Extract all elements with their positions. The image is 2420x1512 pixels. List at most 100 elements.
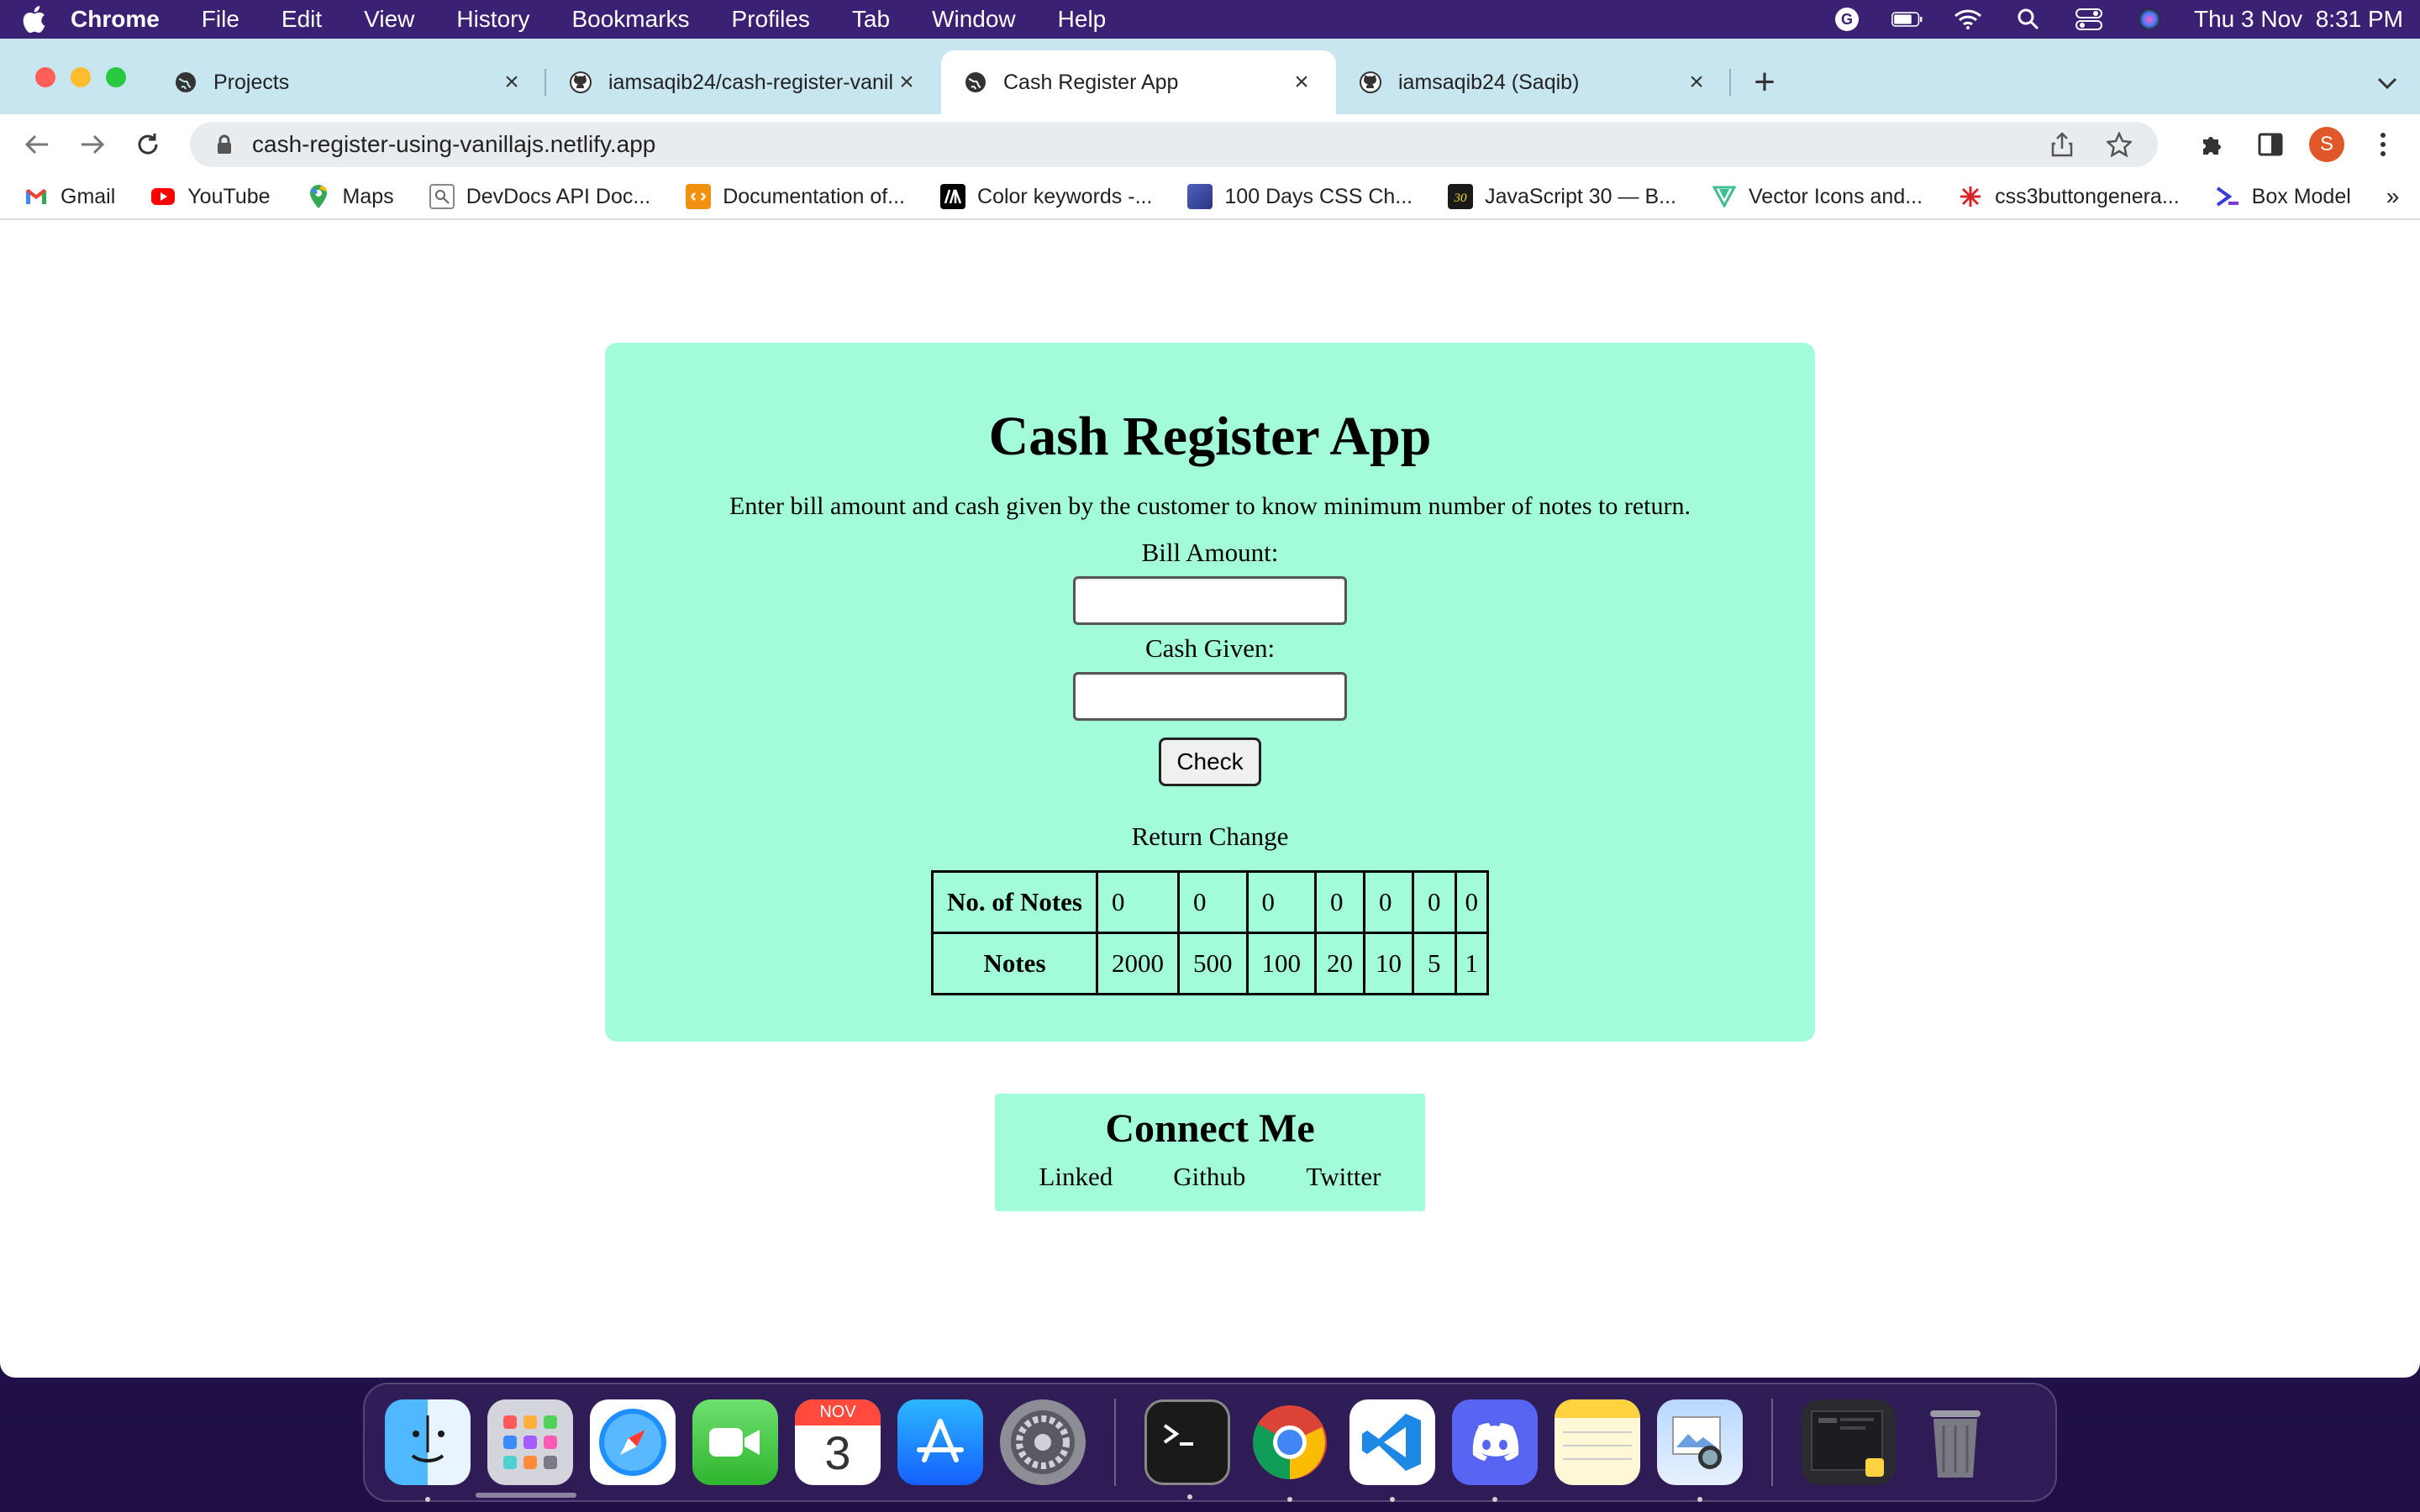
battery-icon[interactable] bbox=[1891, 7, 1923, 32]
downloads-stack-icon[interactable] bbox=[1802, 1399, 1896, 1485]
bookmark-100-days-css[interactable]: 100 Days CSS Ch... bbox=[1187, 184, 1413, 209]
tab-separator bbox=[1729, 69, 1731, 96]
menu-window[interactable]: Window bbox=[932, 6, 1016, 33]
tab-title: Projects bbox=[213, 70, 290, 94]
note-denomination-cell: 10 bbox=[1363, 932, 1414, 995]
bookmark-star-icon[interactable] bbox=[2102, 128, 2136, 161]
trash-icon[interactable] bbox=[1912, 1399, 1998, 1485]
close-tab-icon[interactable]: × bbox=[894, 68, 919, 96]
tab-projects[interactable]: Projects × bbox=[151, 50, 546, 114]
bookmark-gmail[interactable]: Gmail bbox=[24, 184, 115, 209]
menu-app-name[interactable]: Chrome bbox=[71, 6, 160, 33]
tab-search-chevron-icon[interactable] bbox=[2376, 69, 2398, 96]
menu-file[interactable]: File bbox=[202, 6, 239, 33]
return-change-title: Return Change bbox=[1131, 822, 1289, 851]
twitter-link[interactable]: Twitter bbox=[1306, 1162, 1381, 1192]
profile-avatar[interactable]: S bbox=[2309, 127, 2344, 162]
bookmark-label: Maps bbox=[342, 184, 394, 208]
system-preferences-icon[interactable] bbox=[1000, 1399, 1086, 1485]
control-center-icon[interactable] bbox=[2073, 7, 2105, 32]
url-text[interactable]: cash-register-using-vanillajs.netlify.ap… bbox=[252, 131, 2022, 158]
lock-icon[interactable] bbox=[212, 132, 237, 157]
note-denomination-cell: 1 bbox=[1454, 932, 1489, 995]
bookmark-color-keywords[interactable]: Color keywords -... bbox=[940, 184, 1152, 209]
menu-edit[interactable]: Edit bbox=[281, 6, 322, 33]
minimize-window-button[interactable] bbox=[71, 67, 91, 87]
close-tab-icon[interactable]: × bbox=[1684, 68, 1709, 96]
back-arrow-icon[interactable] bbox=[18, 126, 55, 163]
note-denomination-cell: 20 bbox=[1314, 932, 1365, 995]
close-tab-icon[interactable]: × bbox=[1289, 68, 1314, 96]
discord-icon[interactable] bbox=[1452, 1399, 1538, 1502]
zoom-window-button[interactable] bbox=[106, 67, 126, 87]
bill-amount-input[interactable] bbox=[1073, 576, 1347, 625]
bookmark-label: Documentation of... bbox=[723, 184, 906, 208]
note-denomination-cell: 100 bbox=[1245, 932, 1317, 995]
vector-icons-icon bbox=[1712, 184, 1737, 209]
facetime-icon[interactable] bbox=[692, 1399, 778, 1485]
calendar-icon[interactable]: NOV 3 bbox=[795, 1399, 881, 1485]
extensions-puzzle-icon[interactable] bbox=[2195, 126, 2232, 163]
share-icon[interactable] bbox=[2045, 128, 2079, 161]
bookmarks-overflow-button[interactable]: » bbox=[2386, 183, 2400, 210]
row-header-notes: Notes bbox=[931, 932, 1098, 995]
bookmark-javascript30[interactable]: 30 JavaScript 30 — B... bbox=[1448, 184, 1676, 209]
bookmark-vector-icons[interactable]: Vector Icons and... bbox=[1712, 184, 1923, 209]
menu-help[interactable]: Help bbox=[1058, 6, 1107, 33]
check-button[interactable]: Check bbox=[1159, 738, 1261, 786]
notes-line bbox=[1563, 1431, 1632, 1433]
chrome-icon[interactable] bbox=[1247, 1399, 1333, 1502]
notes-icon[interactable] bbox=[1555, 1399, 1640, 1485]
wifi-icon[interactable] bbox=[1952, 7, 1984, 32]
app-description: Enter bill amount and cash given by the … bbox=[729, 492, 1691, 520]
no-of-notes-cell: 0 bbox=[1245, 870, 1317, 934]
finder-icon[interactable] bbox=[385, 1399, 471, 1502]
dock-separator bbox=[1114, 1399, 1116, 1486]
menu-history[interactable]: History bbox=[456, 6, 529, 33]
address-bar[interactable]: cash-register-using-vanillajs.netlify.ap… bbox=[190, 122, 2158, 167]
launchpad-icon[interactable] bbox=[487, 1399, 573, 1485]
bookmark-maps[interactable]: Maps bbox=[306, 184, 394, 209]
close-window-button[interactable] bbox=[35, 67, 55, 87]
safari-icon[interactable] bbox=[590, 1399, 676, 1485]
linkedin-link[interactable]: Linked bbox=[1039, 1162, 1113, 1192]
menu-view[interactable]: View bbox=[364, 6, 414, 33]
bookmark-devdocs[interactable]: DevDocs API Doc... bbox=[429, 184, 650, 209]
siri-icon[interactable] bbox=[2133, 7, 2165, 32]
github-link[interactable]: Github bbox=[1173, 1162, 1245, 1192]
calendar-day: 3 bbox=[824, 1426, 851, 1479]
tab-cash-register-app[interactable]: Cash Register App × bbox=[941, 50, 1336, 114]
bookmark-youtube[interactable]: YouTube bbox=[150, 184, 271, 209]
bookmark-label: Gmail bbox=[60, 184, 116, 208]
spotlight-search-icon[interactable] bbox=[2012, 7, 2044, 32]
close-tab-icon[interactable]: × bbox=[499, 68, 524, 96]
new-tab-button[interactable]: + bbox=[1739, 50, 1790, 114]
mdn-icon bbox=[940, 184, 966, 209]
preview-icon[interactable] bbox=[1657, 1399, 1743, 1502]
apple-icon[interactable] bbox=[17, 3, 50, 36]
macos-menu-bar: Chrome File Edit View History Bookmarks … bbox=[0, 0, 2420, 39]
menu-profiles[interactable]: Profiles bbox=[732, 6, 810, 33]
vscode-icon[interactable] bbox=[1349, 1399, 1435, 1502]
terminal-icon[interactable] bbox=[1144, 1399, 1230, 1499]
bookmark-css3buttongenerator[interactable]: css3buttongenera... bbox=[1958, 184, 2180, 209]
app-store-icon[interactable] bbox=[897, 1399, 983, 1485]
svg-text:G: G bbox=[1841, 11, 1853, 28]
table-row-notes: Notes 2000 500 100 20 10 5 1 bbox=[931, 932, 1489, 995]
running-indicator bbox=[1390, 1497, 1395, 1502]
github-icon bbox=[1358, 70, 1383, 95]
reload-icon[interactable] bbox=[129, 126, 166, 163]
side-panel-icon[interactable] bbox=[2252, 126, 2289, 163]
running-indicator bbox=[1187, 1494, 1192, 1499]
tab-github-repo[interactable]: iamsaqib24/cash-register-vanilla × bbox=[546, 50, 941, 114]
forward-arrow-icon[interactable] bbox=[74, 126, 111, 163]
menu-tab[interactable]: Tab bbox=[852, 6, 890, 33]
kebab-menu-icon[interactable] bbox=[2365, 126, 2402, 163]
grammarly-icon[interactable]: G bbox=[1831, 7, 1863, 32]
clock[interactable]: Thu 3 Nov 8:31 PM bbox=[2194, 6, 2403, 33]
tab-github-profile[interactable]: iamsaqib24 (Saqib) × bbox=[1336, 50, 1731, 114]
menu-bookmarks[interactable]: Bookmarks bbox=[571, 6, 689, 33]
bookmark-box-model[interactable]: Box Model bbox=[2215, 184, 2351, 209]
cash-given-input[interactable] bbox=[1073, 672, 1347, 721]
bookmark-documentation[interactable]: Documentation of... bbox=[686, 184, 905, 209]
